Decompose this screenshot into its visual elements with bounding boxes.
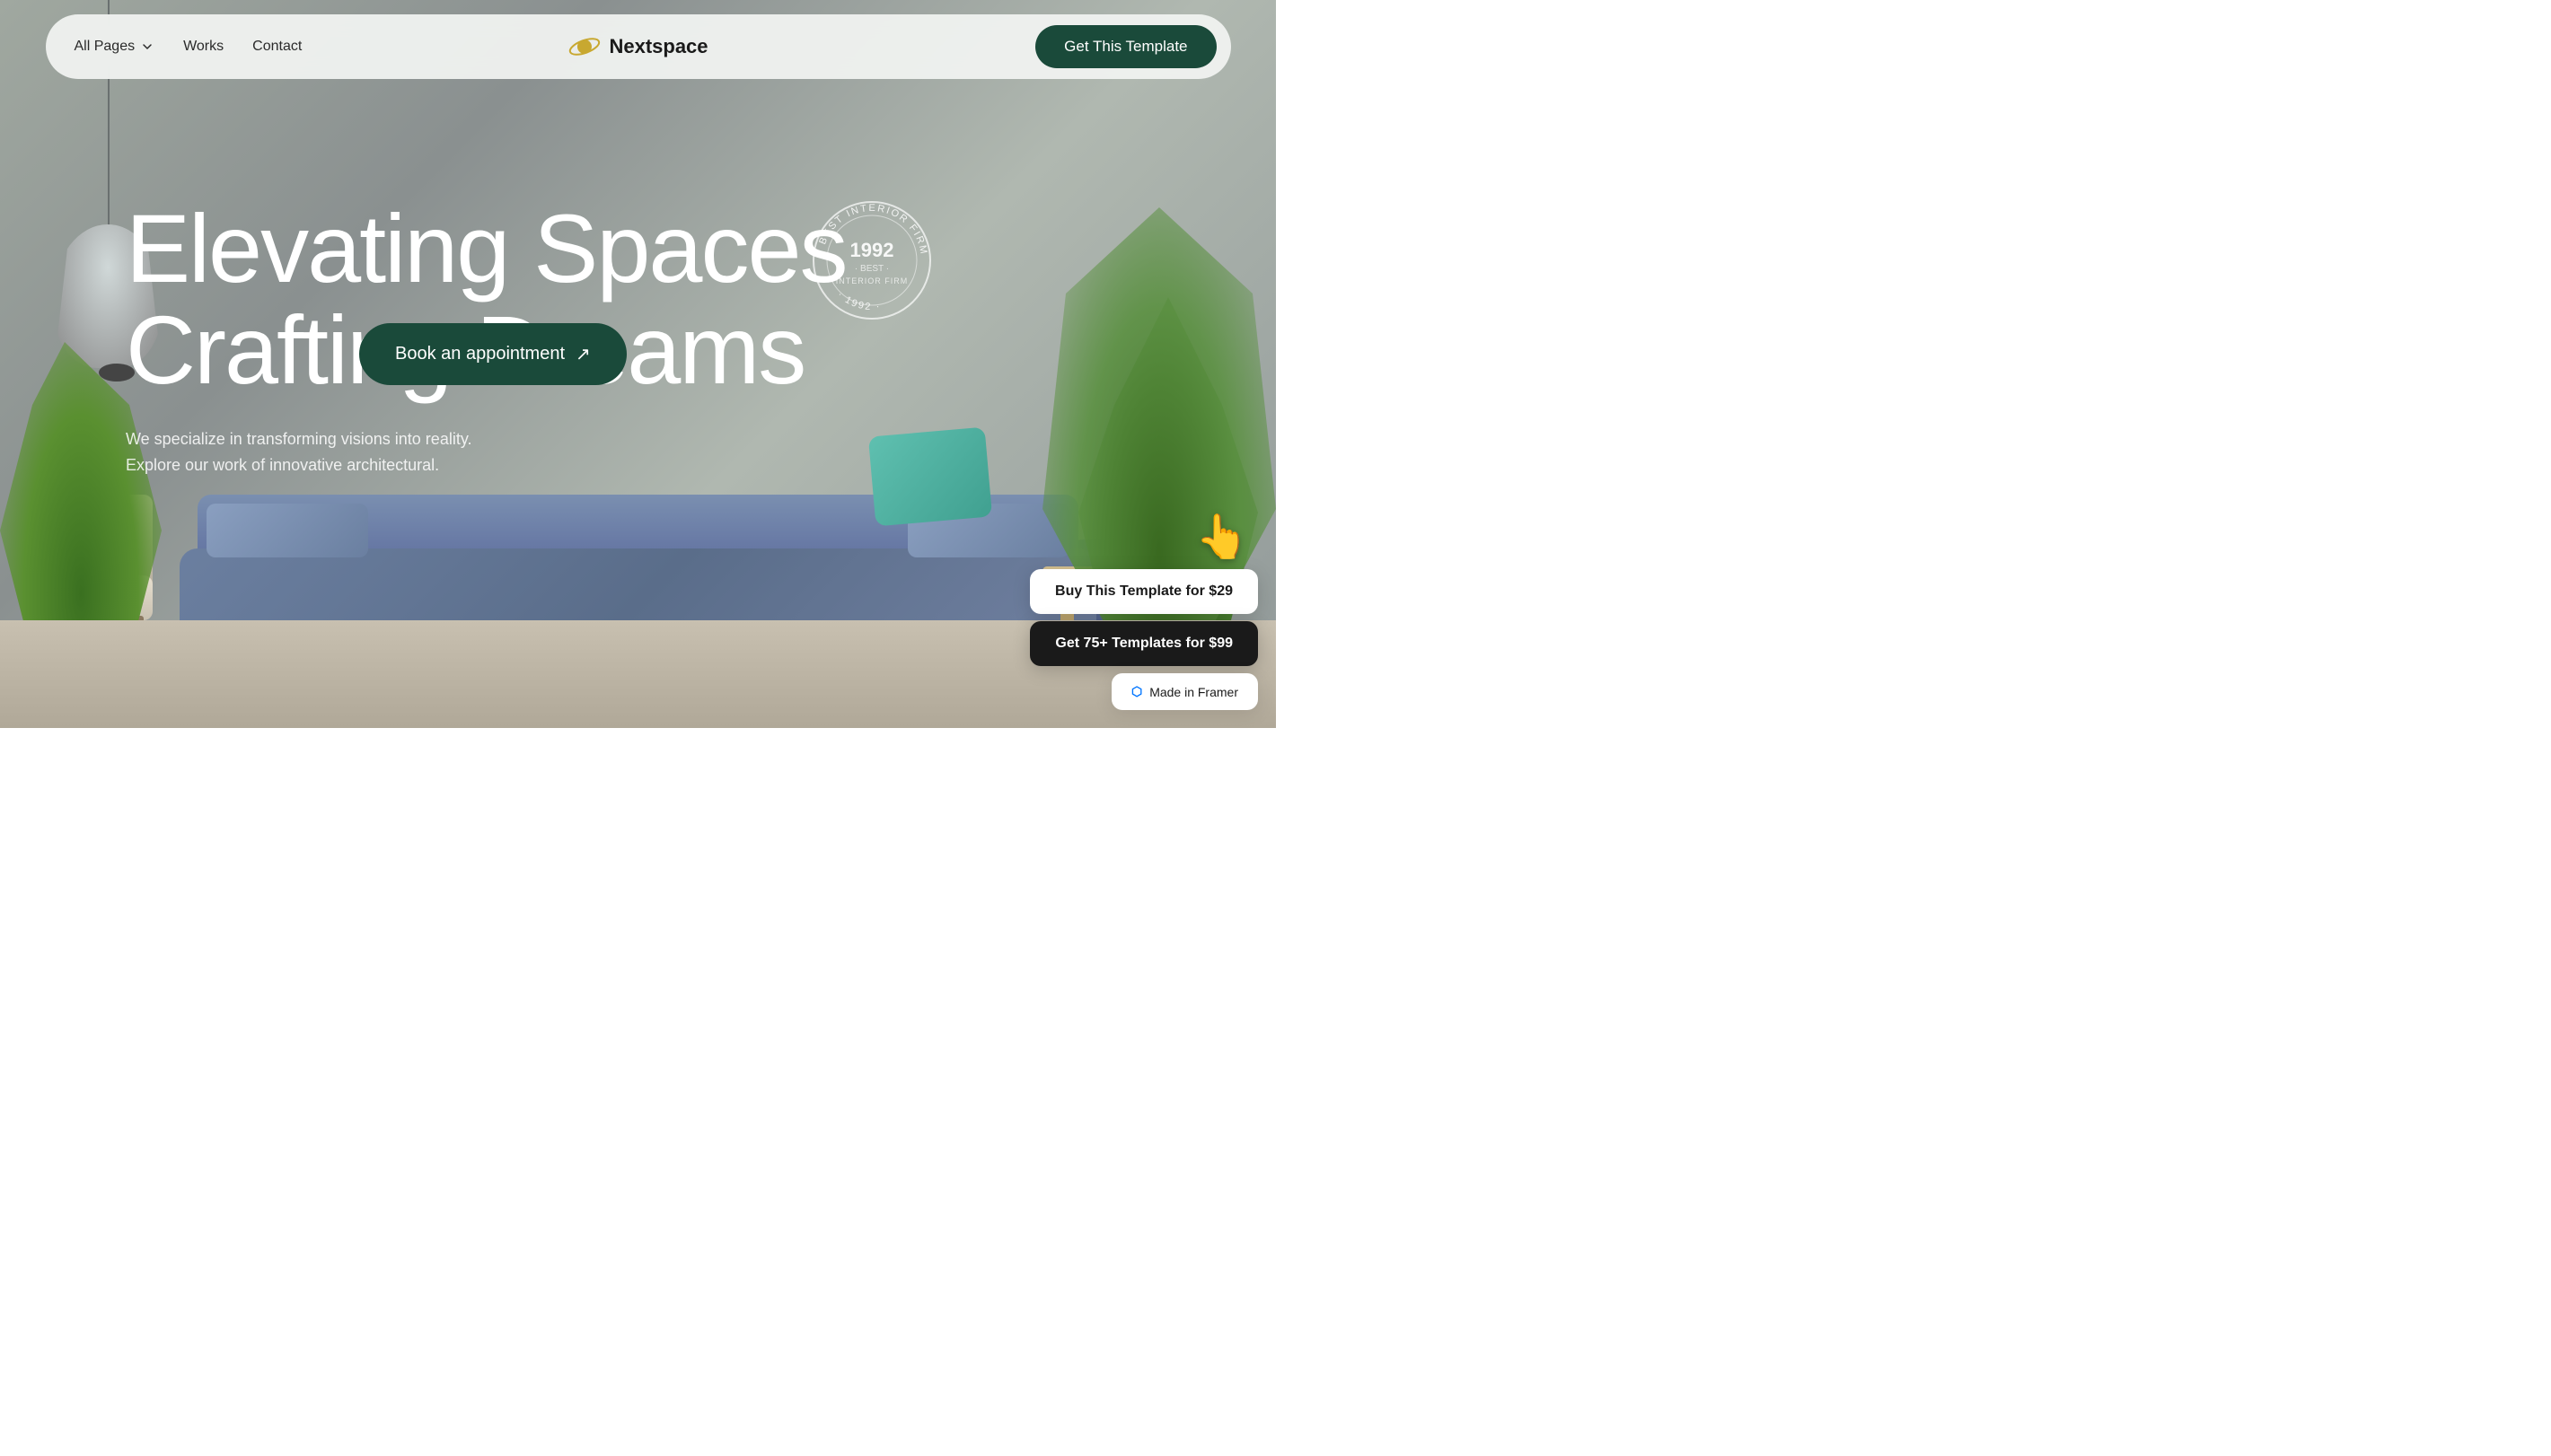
get-templates-button[interactable]: Get 75+ Templates for $99 <box>1030 621 1258 666</box>
hero-subtitle: We specialize in transforming visions in… <box>126 426 485 478</box>
stamp-bottom-text: · 1992 · <box>835 289 882 312</box>
floating-panel: 👆 Buy This Template for $29 Get 75+ Temp… <box>1030 511 1258 710</box>
sofa-pillow-teal <box>868 427 992 527</box>
chevron-down-icon <box>140 39 154 54</box>
arrow-icon: ↗ <box>576 343 591 365</box>
get-template-button[interactable]: Get This Template <box>1035 25 1216 68</box>
contact-label: Contact <box>252 39 302 55</box>
nav-contact[interactable]: Contact <box>252 39 302 55</box>
works-label: Works <box>183 39 224 55</box>
stamp-badge: BEST INTERIOR FIRM · 1992 · 1992 · BEST … <box>809 197 935 323</box>
hero-title-line1: Elevating Spaces <box>126 194 847 303</box>
nav-logo: Nextspace <box>567 31 708 63</box>
nav-all-pages[interactable]: All Pages <box>75 39 155 55</box>
hero-subtitle-line1: We specialize in transforming visions in… <box>126 430 472 448</box>
logo-text: Nextspace <box>609 35 708 58</box>
all-pages-label: All Pages <box>75 39 136 55</box>
made-in-label: Made in Framer <box>1149 685 1238 699</box>
book-appointment-button[interactable]: Book an appointment ↗ <box>359 323 627 385</box>
hero-subtitle-line2: Explore our work of innovative architect… <box>126 456 439 474</box>
navbar: All Pages Works Contact Nextspace Get Th… <box>46 14 1231 79</box>
stamp-svg: BEST INTERIOR FIRM · 1992 · 1992 · BEST … <box>809 197 935 323</box>
nav-left: All Pages Works Contact <box>75 39 303 55</box>
stamp-firm-text: INTERIOR FIRM <box>836 276 909 285</box>
sofa-cushion-left <box>207 504 368 557</box>
hero-cta-area: Book an appointment ↗ <box>359 323 627 385</box>
made-in-framer-button[interactable]: ⬡ Made in Framer <box>1112 673 1258 710</box>
book-btn-label: Book an appointment <box>395 344 565 364</box>
buy-template-button[interactable]: Buy This Template for $29 <box>1030 569 1258 614</box>
stamp-year: 1992 <box>850 239 894 261</box>
nav-works[interactable]: Works <box>183 39 224 55</box>
framer-icon: ⬡ <box>1131 684 1142 699</box>
logo-planet-icon <box>567 31 600 63</box>
stamp-subtitle: · BEST · <box>855 264 889 274</box>
hand-cursor-icon: 👆 <box>1195 511 1249 562</box>
